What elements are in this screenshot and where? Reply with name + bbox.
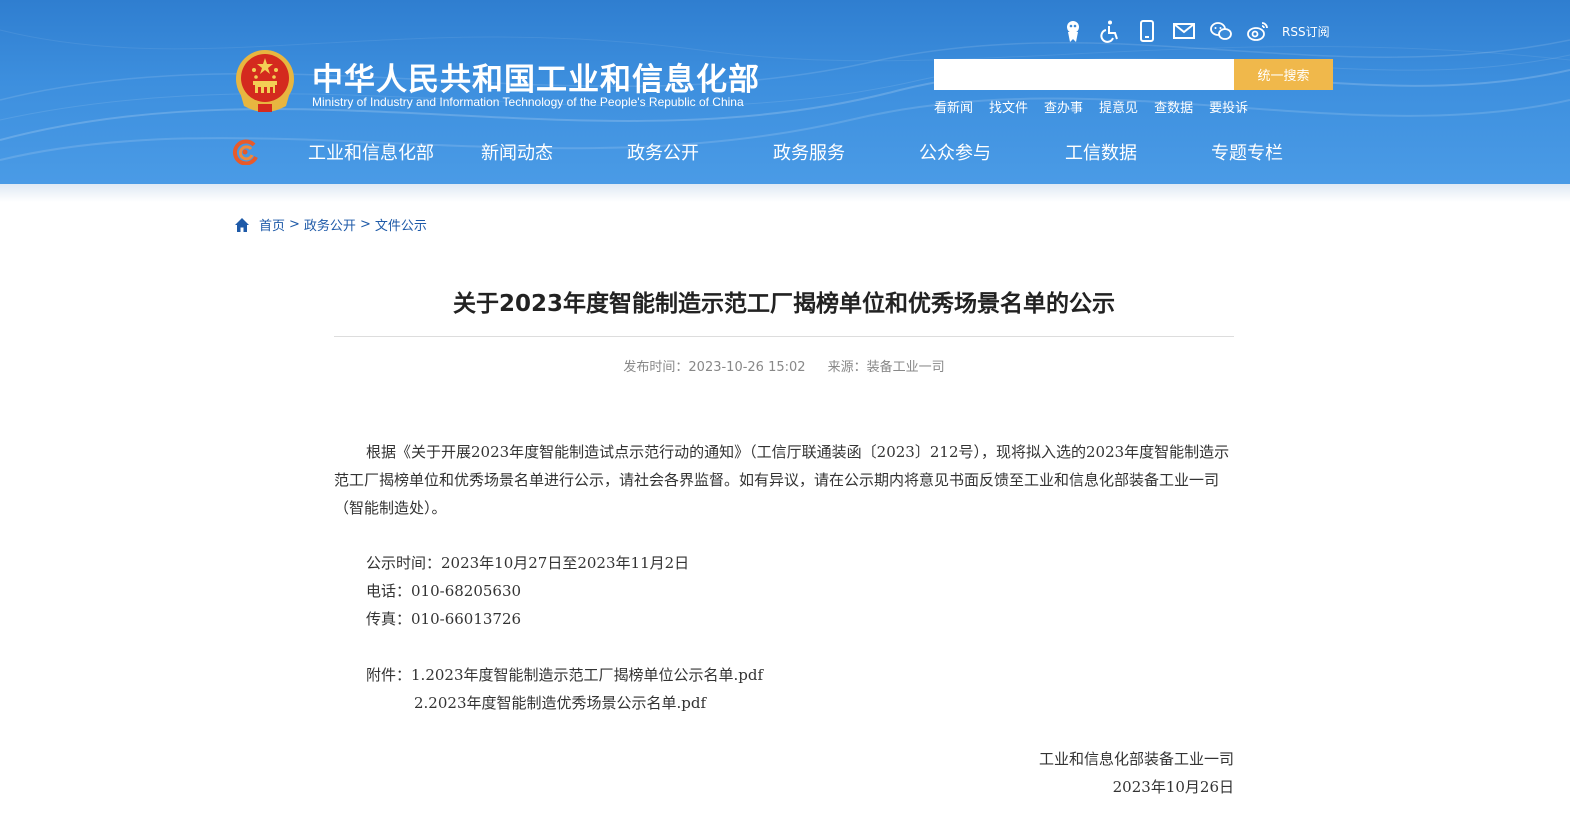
- search-robot-icon[interactable]: [1060, 18, 1086, 44]
- publish-time: 发布时间：2023-10-26 15:02: [623, 360, 806, 375]
- weibo-icon[interactable]: [1245, 18, 1271, 44]
- attachment-link[interactable]: 2.2023年度智能制造优秀场景公示名单.pdf: [414, 694, 706, 712]
- site-header: 中华人民共和国工业和信息化部 Ministry of Industry and …: [0, 0, 1570, 184]
- breadcrumb-home[interactable]: 首页: [259, 215, 285, 234]
- mobile-icon[interactable]: [1134, 18, 1160, 44]
- nav-item-special-topics[interactable]: 专题专栏: [1174, 139, 1320, 165]
- attachments-row-1: 附件：1.2023年度智能制造示范工厂揭榜单位公示名单.pdf: [366, 664, 763, 685]
- search-button[interactable]: 统一搜索: [1234, 59, 1333, 90]
- nav-item-ministry[interactable]: 工业和信息化部: [298, 139, 444, 165]
- rss-subscribe-link[interactable]: RSS订阅: [1282, 23, 1330, 40]
- utility-toolbar: RSS订阅: [1060, 16, 1330, 46]
- contact-phone: 电话：010-68205630: [366, 582, 522, 600]
- attachment-link[interactable]: 1.2023年度智能制造示范工厂揭榜单位公示名单.pdf: [411, 666, 763, 684]
- quick-link-news[interactable]: 看新闻: [934, 97, 973, 116]
- national-emblem-icon: [236, 50, 294, 112]
- article-body: 根据《关于开展2023年度智能制造试点示范行动的通知》（工信厅联通装函〔2023…: [334, 438, 1234, 522]
- signature-department: 工业和信息化部装备工业一司: [1038, 750, 1234, 768]
- nav-item-gov-services[interactable]: 政务服务: [736, 139, 882, 165]
- site-subtitle: Ministry of Industry and Information Tec…: [312, 95, 744, 109]
- quick-link-documents[interactable]: 找文件: [989, 97, 1028, 116]
- attachments-row-2: 2.2023年度智能制造优秀场景公示名单.pdf: [414, 692, 706, 713]
- breadcrumb: 首页 > 政务公开 > 文件公示: [234, 215, 427, 234]
- main-nav: 工业和信息化部 新闻动态 政务公开 政务服务 公众参与 工信数据 专题专栏: [298, 139, 1320, 165]
- title-divider: [334, 336, 1234, 337]
- quick-link-complaint[interactable]: 要投诉: [1209, 97, 1248, 116]
- site-title: 中华人民共和国工业和信息化部: [312, 62, 760, 98]
- quick-link-data[interactable]: 查数据: [1154, 97, 1193, 116]
- breadcrumb-separator: >: [289, 217, 300, 232]
- attachments-label: 附件：: [366, 666, 412, 684]
- breadcrumb-file-notice[interactable]: 文件公示: [375, 215, 427, 234]
- quick-link-services[interactable]: 查办事: [1044, 97, 1083, 116]
- accessibility-icon[interactable]: [1097, 18, 1123, 44]
- ministry-logo-icon[interactable]: [232, 139, 260, 165]
- home-icon[interactable]: [234, 217, 250, 233]
- search-input[interactable]: [934, 59, 1234, 90]
- nav-item-participation[interactable]: 公众参与: [882, 139, 1028, 165]
- signature-date: 2023年10月26日: [1112, 778, 1234, 796]
- breadcrumb-gov-affairs[interactable]: 政务公开: [304, 215, 356, 234]
- article-paragraph: 根据《关于开展2023年度智能制造试点示范行动的通知》（工信厅联通装函〔2023…: [334, 443, 1230, 517]
- nav-item-gov-affairs[interactable]: 政务公开: [590, 139, 736, 165]
- article-source: 来源：装备工业一司: [827, 360, 945, 375]
- quick-links: 看新闻 找文件 查办事 提意见 查数据 要投诉: [934, 97, 1264, 116]
- contact-fax: 传真：010-66013726: [366, 610, 522, 628]
- article-title: 关于2023年度智能制造示范工厂揭榜单位和优秀场景名单的公示: [452, 291, 1115, 317]
- article-meta: 发布时间：2023-10-26 15:02 来源：装备工业一司: [334, 356, 1234, 375]
- mail-icon[interactable]: [1171, 18, 1197, 44]
- notice-period: 公示时间：2023年10月27日至2023年11月2日: [366, 554, 690, 572]
- wechat-icon[interactable]: [1208, 18, 1234, 44]
- quick-link-feedback[interactable]: 提意见: [1099, 97, 1138, 116]
- header-shadow: [0, 184, 1570, 202]
- nav-item-news[interactable]: 新闻动态: [444, 139, 590, 165]
- breadcrumb-separator: >: [359, 217, 371, 232]
- nav-item-data[interactable]: 工信数据: [1028, 139, 1174, 165]
